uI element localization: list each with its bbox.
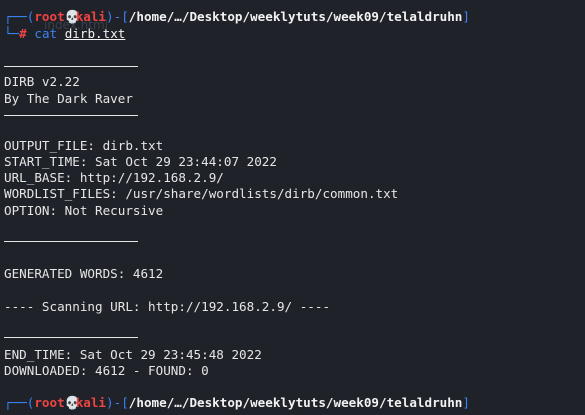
prompt-line-2: ┌──(root💀kali)-[/home/…/Desktop/weeklytu… <box>4 395 470 410</box>
command-name: cat <box>34 26 58 41</box>
scanning-url: ---- Scanning URL: http://192.168.2.9/ -… <box>4 299 331 314</box>
prompt-user-2: root <box>34 395 65 410</box>
prompt-path-2: /home/…/Desktop/weeklytuts/week09/telald… <box>128 395 463 410</box>
separator-2 <box>4 115 138 116</box>
end-time: END_TIME: Sat Oct 29 23:45:48 2022 <box>4 347 262 362</box>
prompt-line: ┌──(root💀kali)-[/home/…/Desktop/weeklytu… <box>4 9 470 24</box>
url-base: URL_BASE: http://192.168.2.9/ <box>4 170 224 185</box>
separator-4 <box>4 337 138 338</box>
prompt-host: kali <box>75 9 107 24</box>
skull-icon-2: 💀 <box>64 395 81 410</box>
prompt-path: /home/…/Desktop/weeklytuts/week09/telald… <box>128 9 463 24</box>
option: OPTION: Not Recursive <box>4 203 164 218</box>
output-file: OUTPUT_FILE: dirb.txt <box>4 138 164 153</box>
wordlist-files: WORDLIST_FILES: /usr/share/wordlists/dir… <box>4 186 399 201</box>
dirb-version: DIRB v2.22 <box>4 74 80 89</box>
terminal-window[interactable]: index.html ┌──(root💀kali)-[/home/…/Deskt… <box>0 0 585 415</box>
dirb-author: By The Dark Raver <box>4 91 133 106</box>
prompt-host-2: kali <box>75 395 107 410</box>
separator-1 <box>4 66 138 67</box>
command-line[interactable]: └─# cat dirb.txt <box>4 26 125 42</box>
start-time: START_TIME: Sat Oct 29 23:44:07 2022 <box>4 154 277 169</box>
separator-3 <box>4 241 138 242</box>
generated-words: GENERATED WORDS: 4612 <box>4 266 164 281</box>
command-arg[interactable]: dirb.txt <box>65 26 126 41</box>
skull-icon: 💀 <box>64 9 81 24</box>
prompt-user: root <box>34 9 65 24</box>
downloaded: DOWNLOADED: 4612 - FOUND: 0 <box>4 363 209 378</box>
prompt-hash: # <box>19 26 27 41</box>
